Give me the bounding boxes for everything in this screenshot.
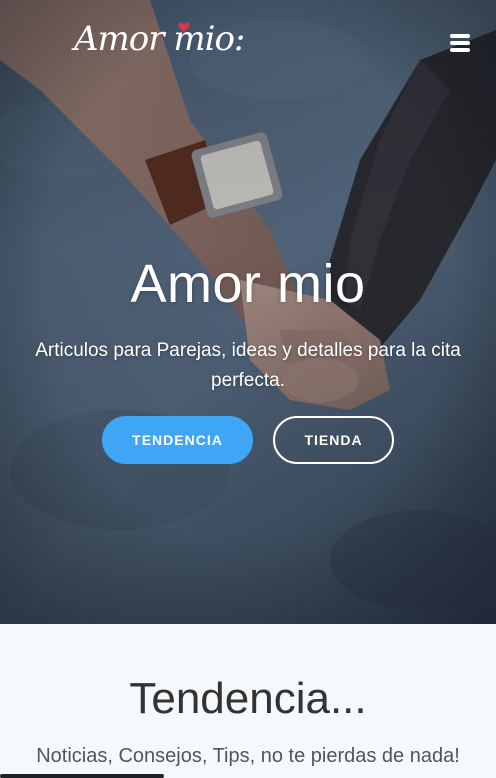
- hero-section: Amor mio: Amor mio Articulos para Pareja…: [0, 0, 496, 624]
- page: Amor mio: Amor mio Articulos para Pareja…: [0, 0, 496, 778]
- tendencia-button[interactable]: TENDENCIA: [102, 416, 253, 464]
- heart-icon: [178, 22, 190, 32]
- menu-bar: [450, 34, 470, 38]
- trending-section: Tendencia... Noticias, Consejos, Tips, n…: [0, 624, 496, 778]
- hero-title: Amor mio: [130, 254, 366, 314]
- scroll-indicator[interactable]: [0, 774, 164, 778]
- logo-text: Amor mio:: [74, 19, 245, 59]
- menu-bar: [450, 41, 470, 45]
- section-subtitle: Noticias, Consejos, Tips, no te pierdas …: [36, 745, 460, 767]
- hamburger-menu-icon[interactable]: [450, 32, 472, 52]
- tienda-button[interactable]: TIENDA: [273, 416, 394, 464]
- section-title: Tendencia...: [129, 674, 367, 723]
- hero-subtitle: Articulos para Parejas, ideas y detalles…: [35, 340, 461, 391]
- logo[interactable]: Amor mio:: [74, 16, 245, 62]
- menu-bar: [450, 48, 470, 52]
